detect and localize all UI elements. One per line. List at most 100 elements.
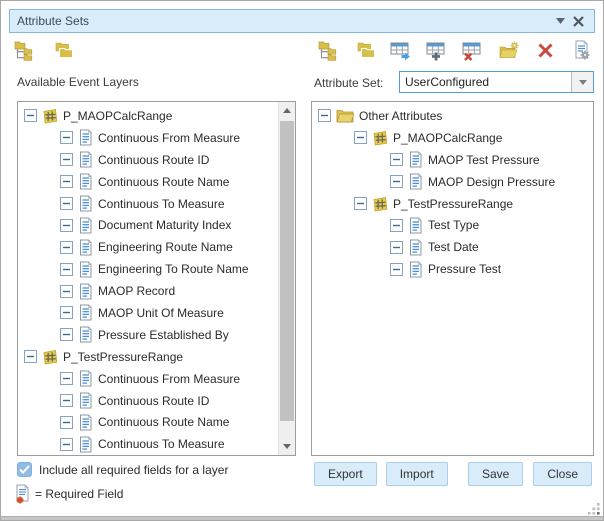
field-doc-icon [78,304,93,321]
folder-hierarchy-button[interactable] [317,38,341,62]
tree-item-label: Test Type [428,218,479,232]
collapse-minus-box-icon[interactable] [390,175,403,188]
dialog-titlebar[interactable]: Attribute Sets [9,9,595,33]
event-layer-icon [372,130,388,146]
tree-item-label: Continuous To Measure [98,437,225,451]
event-layer-icon [42,349,58,365]
tree-item[interactable]: Continuous Route ID [18,390,278,412]
field-doc-icon [78,217,93,234]
footer-buttons-left: Export Import [314,462,448,486]
tree-item-label: Continuous Route ID [98,394,209,408]
collapse-minus-box-icon[interactable] [60,372,73,385]
table-export-button[interactable] [389,38,413,62]
attribute-set-label: Attribute Set: [314,76,383,90]
attribute-sets-dialog: Attribute Sets Available Event Layers At… [0,0,604,521]
collapse-chevron-icon[interactable] [551,12,569,30]
collapse-minus-box-icon[interactable] [318,109,331,122]
delete-button[interactable] [533,38,557,62]
collapse-minus-box-icon[interactable] [60,241,73,254]
collapse-minus-box-icon[interactable] [60,219,73,232]
save-button[interactable]: Save [468,462,523,486]
close-button[interactable]: Close [533,462,592,486]
collapse-minus-box-icon[interactable] [60,285,73,298]
collapse-minus-box-icon[interactable] [390,241,403,254]
collapse-minus-box-icon[interactable] [354,131,367,144]
available-layers-panel: P_MAOPCalcRangeContinuous From MeasureCo… [17,101,296,456]
collapse-minus-box-icon[interactable] [60,263,73,276]
collapse-minus-box-icon[interactable] [354,197,367,210]
collapse-minus-box-icon[interactable] [60,153,73,166]
import-button[interactable]: Import [386,462,448,486]
attribute-set-combobox[interactable]: UserConfigured [399,71,594,93]
attribute-set-dropdown-button[interactable] [571,72,593,92]
tree-item[interactable]: Engineering Route Name [18,236,278,258]
collapse-minus-box-icon[interactable] [24,109,37,122]
footer-buttons-right: Save Close [468,462,592,486]
arrow-up-icon [283,108,291,113]
include-required-fields-checkbox[interactable] [17,462,32,477]
tree-item-label: Pressure Established By [98,328,229,342]
tree-item[interactable]: Test Date [312,236,593,258]
tree-item[interactable]: Test Type [312,214,593,236]
attribute-set-tree: Other AttributesP_MAOPCalcRangeMAOP Test… [312,102,593,455]
folder-gear-button[interactable] [497,38,521,62]
folder-hierarchy-button[interactable] [13,38,37,62]
collapse-minus-box-icon[interactable] [60,328,73,341]
tree-item[interactable]: P_MAOPCalcRange [312,127,593,149]
folders-button[interactable] [51,38,75,62]
available-event-layers-label: Available Event Layers [17,75,139,89]
tree-item[interactable]: MAOP Record [18,280,278,302]
close-icon[interactable] [569,12,587,30]
tree-item[interactable]: Other Attributes [312,105,593,127]
collapse-minus-box-icon[interactable] [60,306,73,319]
delete-icon [537,42,554,59]
tree-item[interactable]: Continuous Route Name [18,411,278,433]
tree-item[interactable]: Document Maturity Index [18,214,278,236]
collapse-minus-box-icon[interactable] [390,263,403,276]
tree-item[interactable]: Continuous From Measure [18,127,278,149]
tree-item-label: Test Date [428,240,479,254]
tree-item[interactable]: MAOP Test Pressure [312,149,593,171]
tree-item[interactable]: P_MAOPCalcRange [18,105,278,127]
collapse-minus-box-icon[interactable] [60,175,73,188]
table-add-button[interactable] [425,38,449,62]
folder-hierarchy-icon [318,39,340,61]
folder-hierarchy-icon [14,39,36,61]
scrollbar-up-button[interactable] [279,102,295,119]
tree-item-label: P_TestPressureRange [393,197,513,211]
resize-grip[interactable] [588,502,600,514]
table-export-icon [390,40,412,61]
left-panel-scrollbar[interactable] [278,102,295,455]
folders-icon [53,41,74,60]
collapse-minus-box-icon[interactable] [24,350,37,363]
collapse-minus-box-icon[interactable] [60,416,73,429]
tree-item-label: Continuous From Measure [98,372,240,386]
scrollbar-down-button[interactable] [279,438,295,455]
export-button[interactable]: Export [314,462,377,486]
collapse-minus-box-icon[interactable] [60,394,73,407]
tree-item[interactable]: P_TestPressureRange [312,193,593,215]
tree-item[interactable]: Pressure Test [312,258,593,280]
collapse-minus-box-icon[interactable] [60,197,73,210]
collapse-minus-box-icon[interactable] [60,131,73,144]
collapse-minus-box-icon[interactable] [390,153,403,166]
tree-item[interactable]: Continuous To Measure [18,433,278,455]
tree-item[interactable]: Continuous Route ID [18,149,278,171]
tree-item[interactable]: P_TestPressureRange [18,346,278,368]
tree-item[interactable]: Engineering To Route Name [18,258,278,280]
attribute-set-value: UserConfigured [400,72,571,92]
collapse-minus-box-icon[interactable] [60,438,73,451]
scrollbar-thumb[interactable] [280,121,294,421]
tree-item[interactable]: Pressure Established By [18,324,278,346]
folders-button[interactable] [353,38,377,62]
tree-item[interactable]: Continuous To Measure [18,193,278,215]
tree-item[interactable]: Continuous Route Name [18,171,278,193]
collapse-minus-box-icon[interactable] [390,219,403,232]
tree-item[interactable]: MAOP Design Pressure [312,171,593,193]
folders-icon [355,41,376,60]
table-remove-button[interactable] [461,38,485,62]
tree-item[interactable]: MAOP Unit Of Measure [18,302,278,324]
report-gear-button[interactable] [569,38,593,62]
tree-item[interactable]: Continuous From Measure [18,368,278,390]
tree-item-label: Continuous Route Name [98,415,229,429]
